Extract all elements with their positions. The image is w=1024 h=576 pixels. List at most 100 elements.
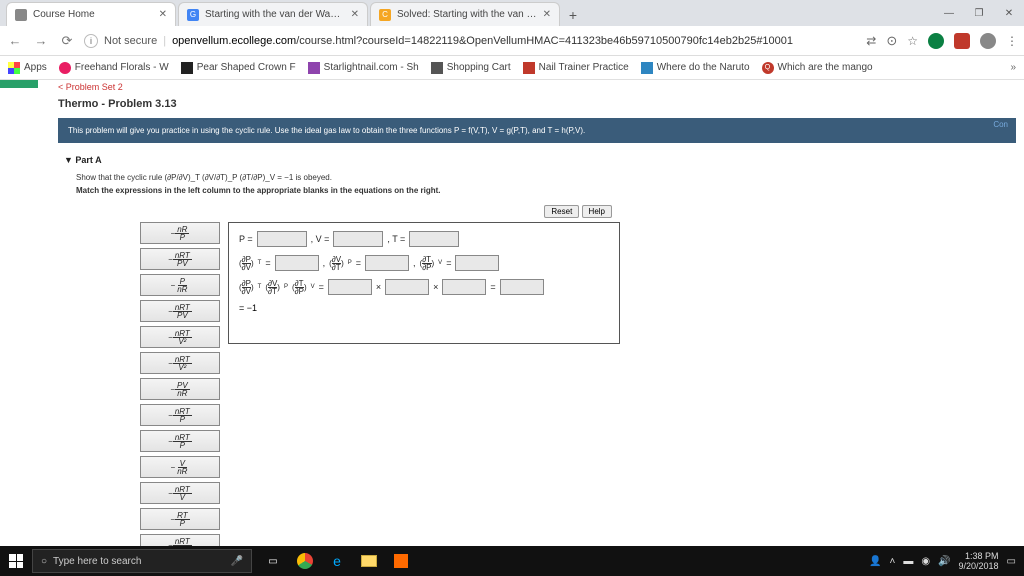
window-close-button[interactable]: ✕ (994, 0, 1024, 26)
url-box[interactable]: i Not secure | openvellum.ecollege.com/c… (84, 34, 858, 48)
part-a-desc1: Show that the cyclic rule (∂P/∂V)_T (∂V/… (76, 173, 1024, 182)
problem-intro: This problem will give you practice in u… (58, 118, 1016, 143)
drop-slot[interactable] (385, 279, 429, 295)
bookmark-item[interactable]: Starlightnail.com - Sh (308, 62, 419, 74)
system-tray: 👤 ˄ ▬ ◉ 🔊 1:38 PM9/20/2018 ▭ (869, 551, 1024, 571)
bookmark-item[interactable]: Nail Trainer Practice (523, 62, 629, 74)
search-icon: ○ (41, 556, 47, 567)
eq-row-3: ∂P∂VT ∂V∂TP ∂T∂PV = ×× = (239, 279, 609, 295)
breadcrumb[interactable]: < Problem Set 2 (0, 80, 1024, 92)
drag-tile[interactable]: − VnR (140, 456, 220, 478)
info-icon[interactable]: i (84, 34, 98, 48)
start-button[interactable] (0, 546, 32, 576)
taskbar-apps: ▭ e (258, 546, 416, 576)
drag-tile[interactable]: − nRTV (140, 482, 220, 504)
explorer-icon[interactable] (354, 546, 384, 576)
tab-chegg[interactable]: C Solved: Starting with the van der ✕ (370, 2, 560, 26)
drag-tile[interactable]: − nRTP (140, 404, 220, 426)
drag-tile[interactable]: − nRP (140, 222, 220, 244)
windows-taskbar: ○ Type here to search 🎤 ▭ e 👤 ˄ ▬ ◉ 🔊 1:… (0, 546, 1024, 576)
drag-tile[interactable]: − nRTV² (140, 326, 220, 348)
tab-close-icon[interactable]: ✕ (543, 9, 551, 20)
url-text: openvellum.ecollege.com/course.html?cour… (172, 35, 793, 47)
bookmark-item[interactable]: Freehand Florals - W (59, 62, 169, 74)
window-minimize-button[interactable]: — (934, 0, 964, 26)
drag-tile[interactable]: − nRTP (140, 430, 220, 452)
drop-slot[interactable] (442, 279, 486, 295)
store-icon[interactable] (386, 546, 416, 576)
tab-close-icon[interactable]: ✕ (159, 9, 167, 20)
drag-tile[interactable]: − nRTPV (140, 300, 220, 322)
tab-close-icon[interactable]: ✕ (351, 9, 359, 20)
battery-icon[interactable]: ▬ (903, 556, 913, 567)
adblock-icon[interactable] (954, 33, 970, 49)
apps-icon (8, 62, 20, 74)
part-a-header[interactable]: Part A (64, 155, 1024, 165)
not-secure-label: Not secure (104, 35, 157, 47)
reset-button[interactable]: Reset (544, 205, 579, 218)
bookmark-item[interactable]: Shopping Cart (431, 62, 511, 74)
taskbar-search[interactable]: ○ Type here to search 🎤 (32, 549, 252, 573)
drag-tile[interactable]: − nRTPV (140, 248, 220, 270)
drop-slot[interactable] (409, 231, 459, 247)
drop-slot[interactable] (333, 231, 383, 247)
drop-slot[interactable] (328, 279, 372, 295)
drag-tile[interactable]: − PVnR (140, 378, 220, 400)
apps-button[interactable]: Apps (8, 62, 47, 74)
drag-tile[interactable]: − nRTV (140, 534, 220, 546)
tab-google[interactable]: G Starting with the van der Waals e ✕ (178, 2, 368, 26)
tab-label: Starting with the van der Waals e (205, 9, 345, 20)
problem-intro-text: This problem will give you practice in u… (68, 126, 585, 135)
drag-tile[interactable]: − RTP (140, 508, 220, 530)
bookmark-icon (59, 62, 71, 74)
bookmark-icon (181, 62, 193, 74)
wifi-icon[interactable]: ◉ (921, 556, 930, 567)
drag-tile[interactable]: − PnR (140, 274, 220, 296)
tab-favicon: C (379, 9, 391, 21)
notifications-icon[interactable]: ▭ (1007, 556, 1016, 567)
bookmark-item[interactable]: QWhich are the mango (762, 62, 873, 74)
bookmark-icon (431, 62, 443, 74)
work-area: Reset Help − nRP − nRTPV − PnR − nRTPV − nRT… (140, 201, 620, 546)
grammarly-icon[interactable] (928, 33, 944, 49)
back-button[interactable]: ← (6, 33, 24, 48)
volume-icon[interactable]: 🔊 (938, 556, 950, 567)
drop-slot[interactable] (365, 255, 409, 271)
task-view-button[interactable]: ▭ (258, 546, 288, 576)
menu-icon[interactable]: ⋮ (1006, 34, 1018, 48)
forward-button[interactable]: → (32, 33, 50, 48)
new-tab-button[interactable]: + (562, 4, 584, 26)
drop-slot[interactable] (455, 255, 499, 271)
eq-row-1: P = , V = , T = (239, 231, 609, 247)
zoom-icon[interactable]: ⊙ (886, 33, 897, 49)
bookmarks-overflow-icon[interactable]: » (1010, 62, 1016, 73)
page-content: < Problem Set 2 Thermo - Problem 3.13 Th… (0, 80, 1024, 546)
window-restore-button[interactable]: ❐ (964, 0, 994, 26)
edge-icon[interactable]: e (322, 546, 352, 576)
eq-result: = −1 (239, 303, 609, 313)
taskbar-clock[interactable]: 1:38 PM9/20/2018 (959, 551, 999, 571)
address-bar: ← → ⟳ i Not secure | openvellum.ecollege… (0, 26, 1024, 56)
help-button[interactable]: Help (582, 205, 612, 218)
profile-icon[interactable] (980, 33, 996, 49)
translate-icon[interactable]: ⇄ (866, 34, 876, 48)
browser-tabbar: Course Home ✕ G Starting with the van de… (0, 0, 1024, 26)
equation-box: P = , V = , T = ∂P∂VT = , ∂V∂TP = , ∂T∂P… (228, 222, 620, 344)
bookmark-item[interactable]: Where do the Naruto (641, 62, 750, 74)
drop-slot[interactable] (500, 279, 544, 295)
part-a-desc2: Match the expressions in the left column… (76, 186, 1024, 195)
tray-chevron-icon[interactable]: ˄ (889, 556, 895, 567)
windows-icon (9, 554, 23, 568)
tab-label: Solved: Starting with the van der (397, 9, 537, 20)
drop-slot[interactable] (257, 231, 307, 247)
mic-icon[interactable]: 🎤 (231, 556, 243, 567)
reload-button[interactable]: ⟳ (58, 33, 76, 49)
constants-link[interactable]: Con (993, 120, 1008, 129)
people-icon[interactable]: 👤 (869, 556, 881, 567)
star-icon[interactable]: ☆ (907, 34, 918, 48)
drag-tile[interactable]: − nRTV² (140, 352, 220, 374)
drop-slot[interactable] (275, 255, 319, 271)
chrome-icon[interactable] (290, 546, 320, 576)
bookmark-item[interactable]: Pear Shaped Crown F (181, 62, 296, 74)
tab-course-home[interactable]: Course Home ✕ (6, 2, 176, 26)
